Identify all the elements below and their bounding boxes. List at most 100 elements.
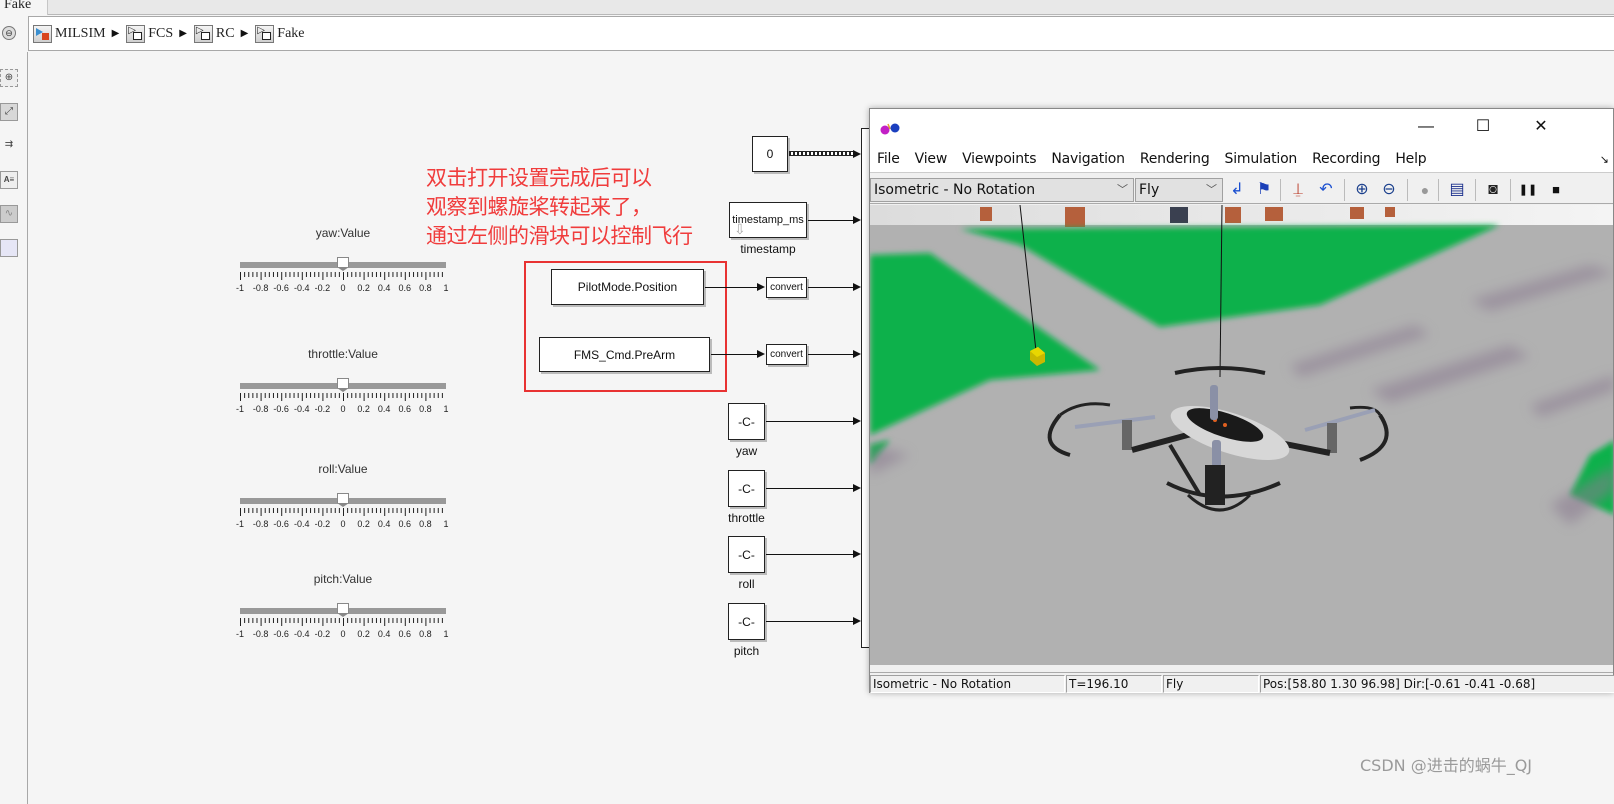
breadcrumb-item-milsim[interactable]: MILSIM (33, 24, 106, 43)
constant-zero-block[interactable]: 0 (752, 136, 788, 172)
slider-tick-label: 0.8 (419, 519, 432, 529)
slider-tick-label: 0.2 (357, 404, 370, 414)
vr-menubar: File View Viewpoints Navigation Renderin… (870, 145, 1613, 173)
slider-tick-label: -0.2 (314, 519, 331, 529)
navigation-mode-select[interactable]: Fly ﹀ (1135, 178, 1223, 202)
vr-titlebar[interactable]: — ☐ ✕ (870, 109, 1613, 145)
menu-rendering[interactable]: Rendering (1140, 151, 1210, 167)
bus-signal-line[interactable] (789, 151, 853, 156)
undo-move-icon[interactable]: ↶ (1316, 180, 1336, 200)
annotation-icon[interactable]: A≡ (0, 171, 18, 189)
slider-thumb[interactable] (337, 257, 349, 271)
slider-tick-label: -0.4 (294, 404, 310, 414)
viewpoint-select[interactable]: Isometric - No Rotation ﹀ (870, 178, 1134, 202)
back-icon[interactable]: ⊖ (2, 26, 16, 40)
slider-tick-label: 0.2 (357, 283, 370, 293)
slider-tick-label: -0.8 (252, 629, 269, 639)
slider-tick-labels: -1 -0.8 -0.6 -0.4 -0.2 0 0.2 0.4 0.6 0.8 1 (236, 283, 450, 293)
slider-tick-label: -0.8 (252, 404, 269, 414)
breadcrumb-label: FCS (148, 25, 174, 41)
simulink-editor: Fake ⊖ MILSIM ▶ FCS ▶ RC ▶ Fake ⊕ ⤢ ⇉ A≡… (0, 0, 1614, 804)
slider-tick-label: -0.8 (252, 283, 269, 293)
status-pose: Pos:[58.80 1.30 96.98] Dir:[-0.61 -0.41 … (1260, 675, 1614, 693)
breadcrumb-item-fake[interactable]: Fake (255, 24, 305, 43)
menu-simulation[interactable]: Simulation (1225, 151, 1298, 167)
slider-thumb[interactable] (337, 493, 349, 507)
slider-tick-label: 0.2 (357, 629, 370, 639)
slider-tick-label: 0.4 (377, 283, 391, 293)
straighten-up-icon[interactable]: ⍊ (1288, 180, 1308, 200)
signal-line[interactable] (808, 220, 853, 221)
menu-help[interactable]: Help (1395, 151, 1426, 167)
slider-tick-label: 0 (340, 629, 346, 639)
slider-ticks (240, 618, 443, 626)
zoom-in-icon[interactable]: ⊕ (1352, 180, 1372, 200)
menu-recording[interactable]: Recording (1312, 151, 1380, 167)
signal-arrow-icon (853, 350, 861, 358)
slider-tick-label: 0.8 (419, 283, 432, 293)
tab-fake[interactable]: Fake (0, 0, 48, 15)
stop-icon[interactable]: ■ (1546, 180, 1566, 200)
minimize-button[interactable]: — (1403, 117, 1449, 139)
block-palette: ⊕ ⤢ ⇉ A≡ ∿ (0, 52, 28, 804)
menu-view[interactable]: View (915, 151, 948, 167)
fms-cmd-block[interactable]: FMS_Cmd.PreArm (539, 337, 710, 372)
menu-overflow-icon[interactable]: ↘ (1600, 153, 1609, 166)
signal-line[interactable] (808, 287, 853, 288)
signal-line[interactable] (766, 488, 853, 489)
simulation-params-icon[interactable]: ▤ (1447, 180, 1467, 200)
signal-line[interactable] (711, 354, 757, 355)
breadcrumb-separator-icon: ▶ (111, 28, 120, 39)
slider-tick-label: -0.4 (294, 519, 310, 529)
timestamp-block[interactable]: timestamp_ms ⇩ (729, 202, 807, 238)
return-viewpoint-icon[interactable]: ↲ (1227, 180, 1247, 200)
signal-line[interactable] (766, 421, 853, 422)
navigation-mode-value: Fly (1139, 182, 1160, 198)
menu-viewpoints[interactable]: Viewpoints (962, 151, 1036, 167)
signal-arrow-icon (853, 150, 861, 158)
constant-block-roll[interactable]: -C- (728, 536, 765, 573)
record-icon[interactable]: ● (1415, 180, 1435, 200)
constant-block-yaw[interactable]: -C- (728, 403, 765, 440)
constant-caption: throttle (728, 511, 765, 525)
route-lines-icon[interactable]: ⇉ (0, 137, 18, 155)
breadcrumb-item-rc[interactable]: RC (193, 24, 235, 43)
toolbar-separator (1407, 179, 1408, 201)
toolbar-separator (1510, 179, 1511, 201)
vr-3d-scene[interactable]: × W E F ? (870, 205, 1613, 665)
signal-line[interactable] (766, 621, 853, 622)
signal-line[interactable] (766, 554, 853, 555)
pilot-mode-block[interactable]: PilotMode.Position (551, 269, 704, 305)
status-viewpoint: Isometric - No Rotation (870, 675, 1065, 693)
menu-navigation[interactable]: Navigation (1051, 151, 1125, 167)
image-icon[interactable]: ∿ (0, 205, 18, 223)
constant-block-throttle[interactable]: -C- (728, 470, 765, 507)
signal-line[interactable] (705, 287, 757, 288)
model-tab-strip: Fake (0, 0, 1614, 15)
slider-tick-label: -0.4 (294, 283, 310, 293)
slider-tick-label: 0.8 (419, 404, 432, 414)
flag-viewpoint-icon[interactable]: ⚑ (1254, 180, 1274, 200)
slider-tick-label: -0.2 (314, 404, 331, 414)
maximize-button[interactable]: ☐ (1460, 117, 1506, 139)
close-button[interactable]: ✕ (1518, 117, 1564, 139)
slider-tick-label: -1 (235, 283, 245, 293)
menu-file[interactable]: File (877, 151, 900, 167)
pause-icon[interactable]: ❚❚ (1518, 180, 1538, 200)
constant-block-pitch[interactable]: -C- (728, 603, 765, 640)
convert-block[interactable]: convert (766, 344, 807, 365)
signal-line[interactable] (808, 354, 853, 355)
fit-view-icon[interactable]: ⤢ (0, 103, 18, 121)
model-root-icon (33, 24, 52, 43)
capture-frame-icon[interactable]: ◙ (1483, 180, 1503, 200)
slider-thumb[interactable] (337, 603, 349, 617)
annotation-line: 双击打开设置完成后可以 (426, 166, 652, 190)
convert-block[interactable]: convert (766, 277, 807, 298)
breadcrumb-item-fcs[interactable]: FCS (126, 24, 174, 43)
area-icon[interactable] (0, 239, 18, 257)
toolbar-separator (1344, 179, 1345, 201)
zoom-out-icon[interactable]: ⊖ (1379, 180, 1399, 200)
zoom-icon[interactable]: ⊕ (0, 69, 18, 87)
slider-thumb[interactable] (337, 378, 349, 392)
slider-label: roll:Value (318, 462, 368, 476)
